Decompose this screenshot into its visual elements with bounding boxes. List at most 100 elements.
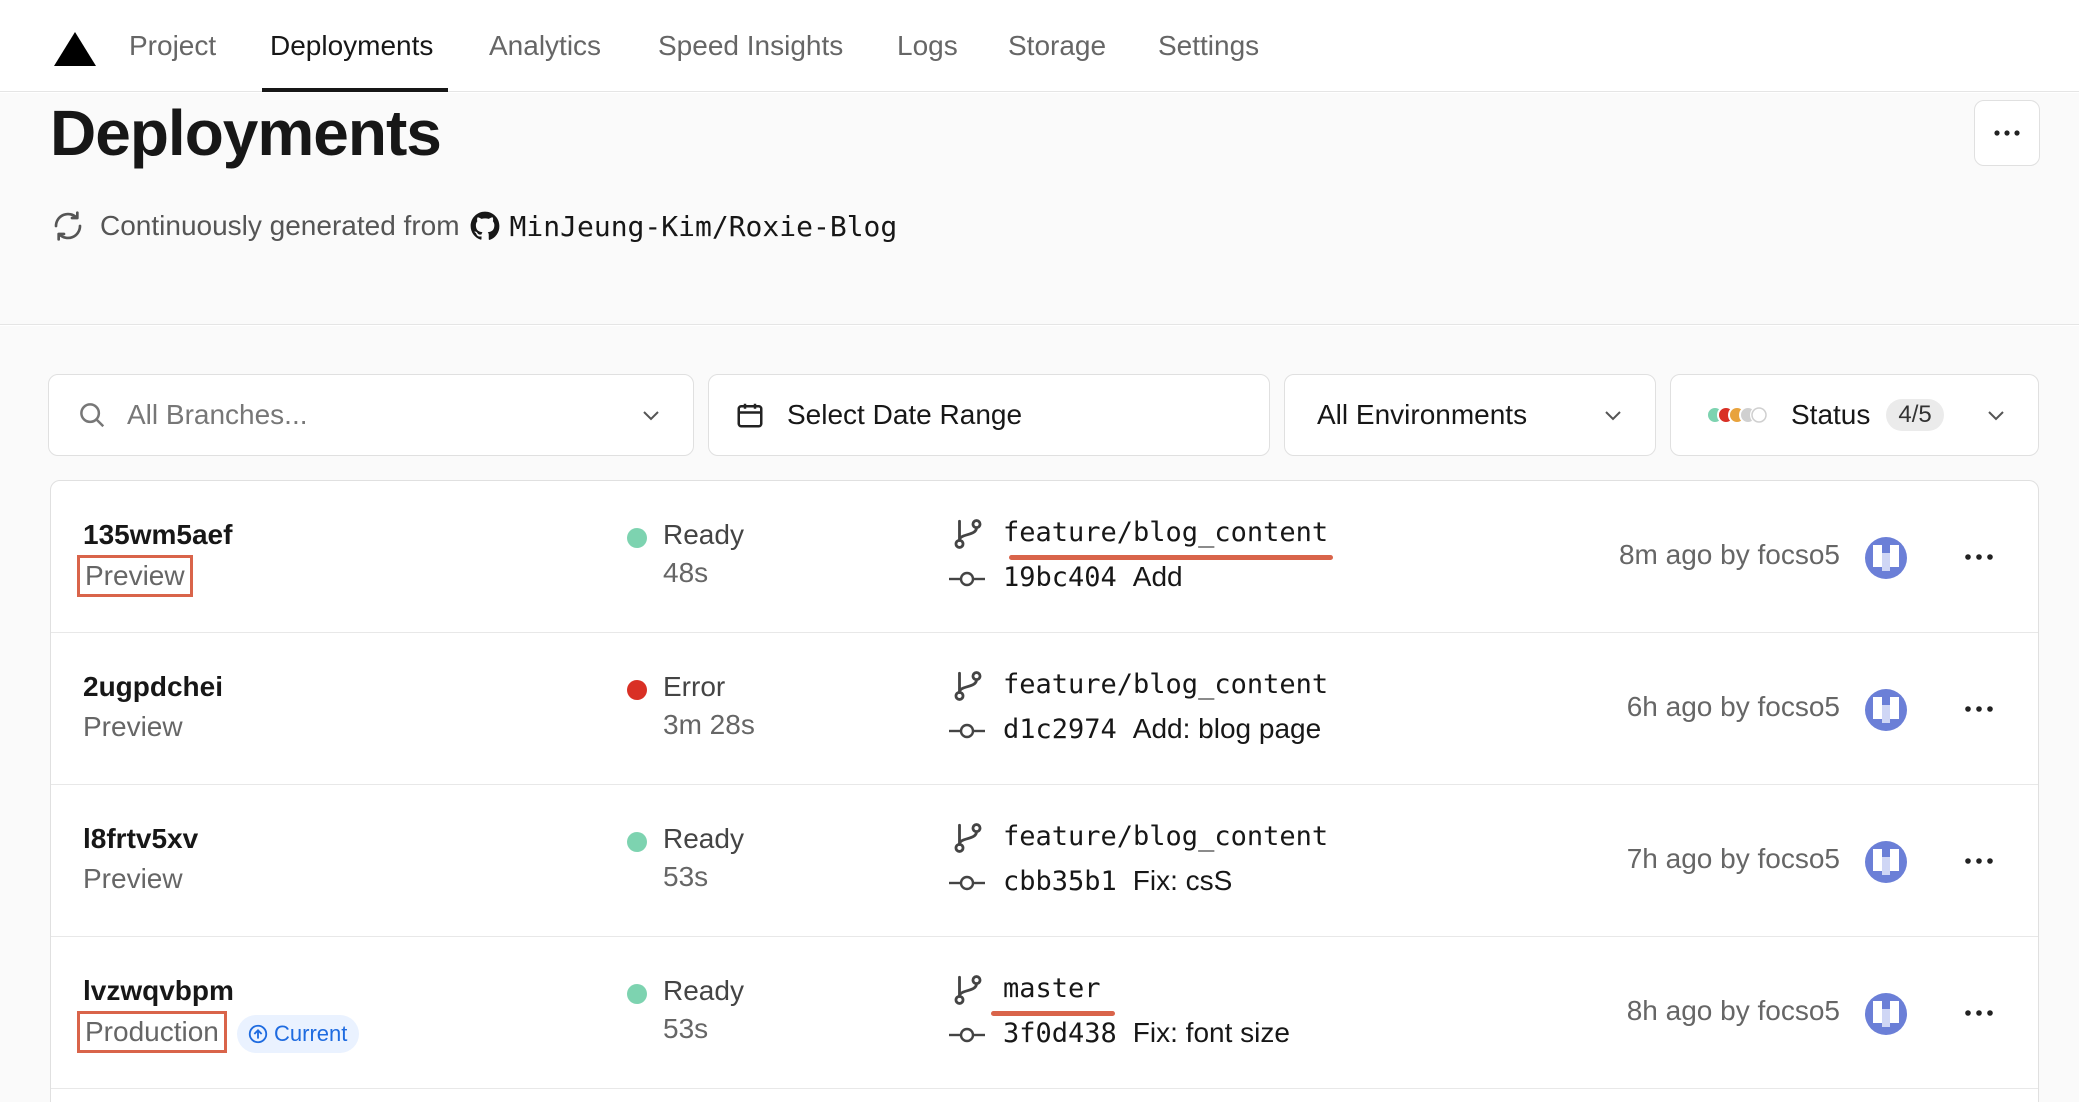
more-horizontal-icon bbox=[1965, 554, 1993, 560]
status-color-dot bbox=[1750, 406, 1768, 424]
tab-settings[interactable]: Settings bbox=[1158, 28, 1259, 64]
commit-hash: d1c2974 bbox=[1003, 714, 1117, 745]
status-filter-label: Status bbox=[1791, 399, 1871, 430]
date-range-filter[interactable]: Select Date Range bbox=[708, 374, 1270, 456]
branch-name[interactable]: master bbox=[1003, 973, 1101, 1004]
git-branch-icon bbox=[954, 519, 982, 549]
search-icon bbox=[80, 403, 105, 428]
commit-message: Add: blog page bbox=[1132, 713, 1322, 744]
deployed-time: 6h ago by focso5 bbox=[1626, 691, 1840, 722]
date-range-label: Select Date Range bbox=[787, 399, 1023, 430]
deployment-id[interactable]: l8frtv5xv bbox=[83, 823, 198, 855]
avatar[interactable] bbox=[1865, 689, 1907, 731]
status-text: Ready bbox=[663, 823, 744, 854]
status-filter[interactable]: Status 4/5 bbox=[1670, 374, 2039, 456]
commit-info[interactable]: 19bc404 Add bbox=[1003, 561, 1183, 593]
source-prefix: Continuously generated from bbox=[100, 210, 460, 241]
status-count-badge: 4/5 bbox=[1886, 399, 1944, 431]
top-navigation: Project Deployments Analytics Speed Insi… bbox=[0, 0, 2079, 92]
tab-deployments[interactable]: Deployments bbox=[270, 28, 433, 64]
chevron-down-icon bbox=[1605, 411, 1621, 421]
commit-hash: 19bc404 bbox=[1003, 562, 1117, 593]
branch-name[interactable]: feature/blog_content bbox=[1003, 821, 1328, 852]
git-branch-icon bbox=[954, 975, 982, 1005]
chevron-down-icon bbox=[1988, 411, 2004, 421]
tab-analytics[interactable]: Analytics bbox=[489, 28, 601, 64]
git-branch-icon bbox=[954, 671, 982, 701]
tab-speed-insights[interactable]: Speed Insights bbox=[658, 28, 843, 64]
status-dot bbox=[627, 832, 647, 852]
deployment-row[interactable]: 2ugpdchei Preview Error 3m 28s feature/b… bbox=[51, 633, 2038, 785]
environment-label: Preview bbox=[77, 555, 193, 597]
more-horizontal-icon bbox=[1965, 858, 1993, 864]
commit-message: Fix: font size bbox=[1132, 1017, 1290, 1048]
commit-info[interactable]: 3f0d438 Fix: font size bbox=[1003, 1017, 1290, 1049]
deployed-time: 8h ago by focso5 bbox=[1626, 995, 1840, 1026]
github-icon bbox=[470, 211, 499, 240]
branch-name[interactable]: feature/blog_content bbox=[1003, 669, 1328, 700]
current-label: Current bbox=[274, 1021, 348, 1046]
status-dot bbox=[627, 984, 647, 1004]
row-more-button[interactable] bbox=[1957, 691, 2001, 727]
vercel-logo-icon[interactable] bbox=[54, 32, 96, 66]
environment-label: Production bbox=[77, 1011, 227, 1053]
avatar-pattern-icon bbox=[1873, 1001, 1899, 1027]
status-colors-icon bbox=[1706, 406, 1768, 424]
status-text: Error bbox=[663, 671, 726, 702]
current-badge: Current bbox=[237, 1015, 360, 1053]
deployment-id[interactable]: lvzwqvbpm bbox=[83, 975, 234, 1007]
deployment-id[interactable]: 2ugpdchei bbox=[83, 671, 223, 703]
git-commit-icon bbox=[949, 723, 985, 739]
branch-filter-placeholder: All Branches... bbox=[127, 399, 308, 430]
avatar-pattern-icon bbox=[1873, 697, 1899, 723]
repo-link[interactable]: MinJeung-Kim/Roxie-Blog bbox=[510, 210, 898, 243]
row-more-button[interactable] bbox=[1957, 539, 2001, 575]
arrow-up-circle-icon bbox=[248, 1024, 268, 1044]
environment-label: Preview bbox=[83, 711, 183, 742]
tab-project[interactable]: Project bbox=[129, 28, 216, 64]
status-text: Ready bbox=[663, 519, 744, 550]
annotation-underline bbox=[991, 1011, 1115, 1016]
commit-info[interactable]: cbb35b1 Fix: csS bbox=[1003, 865, 1232, 897]
active-tab-indicator bbox=[262, 88, 448, 92]
deployment-id[interactable]: 135wm5aef bbox=[83, 519, 232, 551]
status-dot bbox=[627, 528, 647, 548]
source-info: Continuously generated from MinJeung-Kim… bbox=[52, 206, 897, 246]
branch-name[interactable]: feature/blog_content bbox=[1003, 517, 1328, 548]
duration: 53s bbox=[663, 861, 709, 892]
deployment-row[interactable]: 135wm5aef Preview Ready 48s feature/blog… bbox=[51, 481, 2038, 633]
git-commit-icon bbox=[949, 571, 985, 587]
deployed-time: 8m ago by focso5 bbox=[1618, 539, 1840, 570]
refresh-icon bbox=[54, 211, 82, 241]
commit-message: Add bbox=[1132, 561, 1183, 592]
page-title: Deployments bbox=[50, 97, 442, 169]
tab-storage[interactable]: Storage bbox=[1008, 28, 1106, 64]
row-more-button[interactable] bbox=[1957, 995, 2001, 1031]
annotation-underline bbox=[1009, 555, 1333, 560]
commit-hash: cbb35b1 bbox=[1003, 866, 1117, 897]
avatar[interactable] bbox=[1865, 537, 1907, 579]
environment-label: All Environments bbox=[1317, 399, 1528, 430]
git-commit-icon bbox=[949, 875, 985, 891]
status-text: Ready bbox=[663, 975, 744, 1006]
page-more-button[interactable] bbox=[1974, 100, 2040, 166]
calendar-icon bbox=[737, 403, 763, 428]
deployment-row[interactable]: lvzwqvbpm Production Current Ready 53s m… bbox=[51, 937, 2038, 1089]
duration: 48s bbox=[663, 557, 709, 588]
git-commit-icon bbox=[949, 1027, 985, 1043]
commit-hash: 3f0d438 bbox=[1003, 1018, 1117, 1049]
branch-filter[interactable]: All Branches... bbox=[48, 374, 694, 456]
commit-message: Fix: csS bbox=[1132, 865, 1233, 896]
commit-info[interactable]: d1c2974 Add: blog page bbox=[1003, 713, 1321, 745]
environment-filter[interactable]: All Environments bbox=[1284, 374, 1656, 456]
avatar[interactable] bbox=[1865, 841, 1907, 883]
tab-logs[interactable]: Logs bbox=[897, 28, 958, 64]
duration: 3m 28s bbox=[663, 709, 755, 740]
more-horizontal-icon bbox=[1994, 130, 2020, 136]
row-more-button[interactable] bbox=[1957, 843, 2001, 879]
avatar[interactable] bbox=[1865, 993, 1907, 1035]
status-dot bbox=[627, 680, 647, 700]
deployment-row[interactable]: l8frtv5xv Preview Ready 53s feature/blog… bbox=[51, 785, 2038, 937]
deployment-list: 135wm5aef Preview Ready 48s feature/blog… bbox=[50, 480, 2039, 1102]
more-horizontal-icon bbox=[1965, 1010, 1993, 1016]
